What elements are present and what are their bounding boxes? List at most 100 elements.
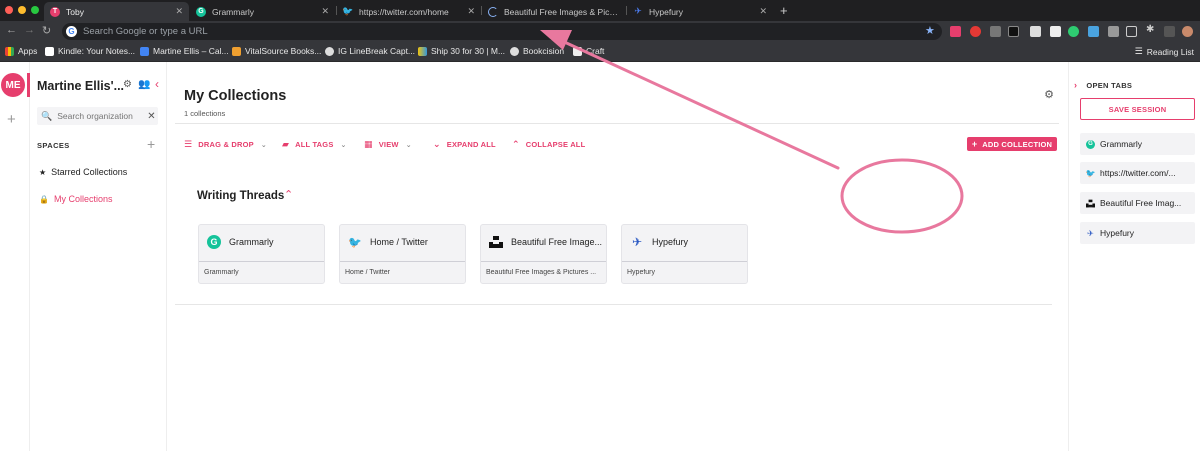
close-icon[interactable]: ✕: [321, 6, 329, 17]
window-zoom-button[interactable]: [31, 6, 39, 14]
open-tab-grammarly[interactable]: G Grammarly: [1080, 133, 1195, 155]
add-space-button[interactable]: +: [147, 136, 155, 152]
bookmark-bookcision[interactable]: Bookcision: [510, 46, 564, 56]
chevron-up-icon: ⌃: [512, 139, 520, 149]
puzzle-icon[interactable]: ✱: [1146, 24, 1157, 35]
notion-extension-icon[interactable]: [1050, 26, 1061, 37]
card-subtitle[interactable]: Hypefury: [627, 269, 744, 276]
media-icon[interactable]: [1164, 26, 1175, 37]
mail-extension-icon[interactable]: [950, 26, 961, 37]
spaces-heading: SPACES: [37, 141, 70, 150]
card-twitter[interactable]: 🐦 Home / Twitter Home / Twitter: [339, 224, 466, 284]
grammarly-icon: G: [1086, 139, 1095, 149]
window-minimize-button[interactable]: [18, 6, 26, 14]
twitter-icon: 🐦: [1085, 168, 1096, 178]
star-icon: ★: [39, 167, 47, 177]
close-icon[interactable]: ✕: [175, 6, 183, 17]
craft-icon: [573, 46, 582, 56]
card-subtitle[interactable]: Beautiful Free Images & Pictures ...: [486, 269, 603, 276]
drag-drop-button[interactable]: ☰ DRAG & DROP ⌄: [184, 139, 267, 150]
browser-tab-toby[interactable]: T Toby ✕: [44, 2, 189, 21]
dashlane-extension-icon[interactable]: [1108, 26, 1119, 37]
search-box: 🔍 ✕: [37, 107, 158, 125]
toby-icon: T: [50, 6, 60, 17]
open-tabs-panel: › OPEN TABS SAVE SESSION G Grammarly 🐦 h…: [1068, 62, 1200, 451]
open-tab-twitter[interactable]: 🐦 https://twitter.com/...: [1080, 162, 1195, 184]
address-toolbar: ← → ↻ G Search Google or type a URL ★ ✱: [0, 21, 1200, 42]
grammarly-extension-icon[interactable]: [1068, 26, 1079, 37]
add-collection-button[interactable]: + ADD COLLECTION: [967, 137, 1057, 151]
sidebar-item-my-collections[interactable]: 🔒 My Collections: [39, 194, 113, 204]
browser-tab-hypefury[interactable]: ✈ Hypefury ✕: [627, 2, 773, 21]
google-icon: G: [66, 26, 77, 37]
reading-list-button[interactable]: ☰ Reading List: [1135, 46, 1194, 57]
card-subtitle[interactable]: Grammarly: [204, 269, 321, 276]
chevron-right-icon[interactable]: ›: [1074, 80, 1077, 90]
all-tags-button[interactable]: ▰ ALL TAGS ⌄: [282, 139, 347, 150]
gear-icon[interactable]: ⚙: [123, 79, 132, 90]
browser-tab-unsplash[interactable]: Beautiful Free Images & Pictures: [482, 2, 626, 21]
kindle-icon: [45, 46, 54, 56]
new-tab-button[interactable]: +: [780, 3, 788, 18]
search-input[interactable]: [57, 111, 148, 121]
divider: [175, 304, 1052, 305]
bookmark-craft[interactable]: Craft: [573, 46, 604, 56]
collection-count: 1 collections: [184, 109, 226, 118]
add-member-icon[interactable]: 👥: [138, 79, 150, 90]
address-bar[interactable]: G Search Google or type a URL: [62, 23, 942, 40]
bookmark-vitalsource[interactable]: VitalSource Books...: [232, 46, 321, 56]
workspace-rail: ME +: [0, 62, 30, 451]
bookmark-apps[interactable]: Apps: [5, 46, 37, 56]
drag-lines-icon: ☰: [184, 139, 193, 149]
save-session-button[interactable]: SAVE SESSION: [1080, 98, 1195, 120]
twitter-icon: 🐦: [348, 236, 362, 249]
close-icon[interactable]: ✕: [467, 6, 475, 17]
reload-button[interactable]: ↻: [42, 24, 51, 37]
avatar[interactable]: ME: [1, 73, 25, 97]
add-organization-button[interactable]: +: [7, 111, 16, 128]
bookmarks-bar: Apps Kindle: Your Notes... Martine Ellis…: [0, 42, 1200, 62]
collection-title[interactable]: Writing Threads: [197, 190, 284, 202]
bookmark-star-icon[interactable]: ★: [925, 24, 935, 37]
bookmark-calendar[interactable]: Martine Ellis – Cal...: [140, 46, 229, 56]
back-button[interactable]: ←: [6, 24, 17, 36]
chevron-down-icon: ⌄: [405, 141, 412, 149]
open-tab-unsplash[interactable]: Beautiful Free Imag...: [1080, 192, 1195, 214]
card-unsplash[interactable]: Beautiful Free Image... Beautiful Free I…: [480, 224, 607, 284]
bookmark-kindle[interactable]: Kindle: Your Notes...: [45, 46, 135, 56]
bookmark-ship30[interactable]: Ship 30 for 30 | M...: [418, 46, 505, 56]
card-grammarly[interactable]: G Grammarly Grammarly: [198, 224, 325, 284]
bookmark-ig-linebreak[interactable]: IG LineBreak Capt...: [325, 46, 415, 56]
sidebar-item-starred-collections[interactable]: ★ Starred Collections: [39, 167, 127, 177]
card-title: Grammarly: [229, 237, 274, 247]
todo-extension-icon[interactable]: [990, 26, 1001, 37]
toby-extension-icon[interactable]: [970, 26, 981, 37]
grammarly-icon: G: [196, 6, 206, 17]
collapse-sidebar-icon[interactable]: ‹: [155, 77, 159, 91]
forward-button[interactable]: →: [24, 24, 35, 36]
moz-extension-icon[interactable]: [1008, 26, 1019, 37]
chevron-up-icon[interactable]: ⌃: [284, 188, 293, 201]
grid-icon: ▦: [364, 139, 373, 149]
window-close-button[interactable]: [5, 6, 13, 14]
browser-tab-twitter[interactable]: 🐦 https://twitter.com/home ✕: [337, 2, 481, 21]
pocket-extension-icon[interactable]: [1126, 26, 1137, 37]
gear-icon[interactable]: ⚙: [1044, 88, 1054, 101]
chevron-down-icon: ⌄: [260, 141, 267, 149]
extension-icon[interactable]: [1088, 26, 1099, 37]
close-icon[interactable]: ✕: [759, 6, 767, 17]
expand-all-button[interactable]: ⌄ EXPAND ALL: [433, 139, 496, 150]
open-tabs-heading[interactable]: › OPEN TABS: [1074, 80, 1132, 90]
profile-avatar[interactable]: [1182, 26, 1193, 37]
view-button[interactable]: ▦ VIEW ⌄: [364, 139, 412, 150]
vitalsource-icon: [232, 46, 241, 56]
organization-name[interactable]: Martine Ellis'...: [37, 79, 124, 93]
card-hypefury[interactable]: ✈ Hypefury Hypefury: [621, 224, 748, 284]
readwise-extension-icon[interactable]: [1030, 26, 1041, 37]
card-subtitle[interactable]: Home / Twitter: [345, 269, 462, 276]
collapse-all-button[interactable]: ⌃ COLLAPSE ALL: [512, 139, 585, 150]
sidebar: Martine Ellis'... ⚙ 👥 ‹ 🔍 ✕ SPACES + ★ S…: [30, 62, 167, 451]
open-tab-hypefury[interactable]: ✈ Hypefury: [1080, 222, 1195, 244]
clear-icon[interactable]: ✕: [147, 111, 155, 122]
browser-tab-grammarly[interactable]: G Grammarly ✕: [190, 2, 335, 21]
